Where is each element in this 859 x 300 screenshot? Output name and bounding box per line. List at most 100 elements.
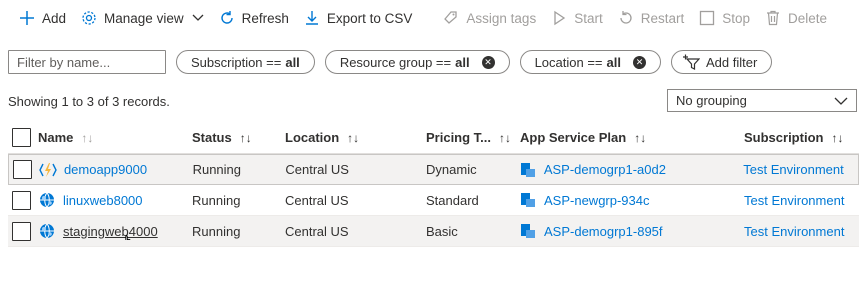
location-filter-label: Location == bbox=[534, 54, 603, 70]
column-header-pricing-tier[interactable]: Pricing T... ↑↓ bbox=[426, 130, 520, 145]
plan-cell: ASP-demogrp1-895f bbox=[520, 223, 744, 239]
refresh-button[interactable]: Refresh bbox=[214, 0, 299, 36]
resource-group-filter-value: all bbox=[455, 54, 470, 70]
delete-label: Delete bbox=[788, 10, 828, 26]
start-label: Start bbox=[574, 10, 603, 26]
column-header-subscription-label: Subscription bbox=[744, 130, 824, 145]
location-filter-pill[interactable]: Location == all ✕ bbox=[519, 50, 661, 74]
pricing-cell: Standard bbox=[426, 192, 479, 208]
restart-icon bbox=[617, 9, 635, 27]
subscription-filter-pill[interactable]: Subscription == all bbox=[176, 50, 315, 74]
app-service-plan-link[interactable]: ASP-newgrp-934c bbox=[544, 193, 650, 208]
location-filter-value: all bbox=[606, 54, 621, 70]
app-service-plan-icon bbox=[520, 162, 536, 178]
row-checkbox-cell bbox=[9, 160, 39, 179]
restart-label: Restart bbox=[640, 10, 685, 26]
table-row[interactable]: linuxweb8000 Running Central US Standard… bbox=[8, 185, 859, 216]
resource-name-link[interactable]: linuxweb8000 bbox=[63, 193, 143, 208]
manage-view-label: Manage view bbox=[104, 10, 184, 26]
header-checkbox-cell bbox=[8, 128, 38, 147]
sort-icon: ↑↓ bbox=[81, 130, 94, 145]
row-checkbox[interactable] bbox=[13, 160, 32, 179]
restart-button[interactable]: Restart bbox=[613, 0, 695, 36]
column-header-subscription[interactable]: Subscription ↑↓ bbox=[744, 130, 859, 145]
subscription-link[interactable]: Test Environment bbox=[743, 162, 858, 177]
status-cell: Running bbox=[192, 162, 242, 177]
resource-group-filter-label: Resource group == bbox=[339, 54, 452, 70]
remove-filter-icon[interactable]: ✕ bbox=[633, 55, 646, 69]
status-cell: Running bbox=[192, 192, 241, 208]
stop-button[interactable]: Stop bbox=[694, 0, 760, 36]
pricing-cell: Dynamic bbox=[426, 162, 477, 177]
records-count: Showing 1 to 3 of 3 records. bbox=[8, 94, 170, 109]
column-header-status[interactable]: Status ↑↓ bbox=[192, 130, 285, 145]
column-header-plan-label: App Service Plan bbox=[520, 130, 627, 145]
resource-name-link[interactable]: stagingweb4000 bbox=[63, 224, 158, 239]
plan-cell: ASP-newgrp-934c bbox=[520, 192, 744, 208]
table-row[interactable]: demoapp9000 Running Central US Dynamic A… bbox=[8, 154, 859, 185]
assign-tags-label: Assign tags bbox=[466, 10, 537, 26]
tag-icon bbox=[442, 9, 460, 27]
plan-cell: ASP-demogrp1-a0d2 bbox=[520, 162, 743, 178]
sort-icon: ↑↓ bbox=[239, 130, 252, 145]
download-icon bbox=[303, 9, 321, 27]
sort-icon: ↑↓ bbox=[499, 130, 512, 145]
pricing-cell: Basic bbox=[426, 223, 458, 239]
resource-group-filter-pill[interactable]: Resource group == all ✕ bbox=[324, 50, 510, 74]
row-checkbox[interactable] bbox=[12, 221, 31, 241]
location-cell: Central US bbox=[285, 162, 349, 177]
delete-button[interactable]: Delete bbox=[760, 0, 837, 36]
column-header-name[interactable]: Name ↑↓ bbox=[38, 130, 192, 145]
select-all-checkbox[interactable] bbox=[12, 128, 31, 147]
add-filter-label: Add filter bbox=[706, 54, 758, 70]
status-cell: Running bbox=[192, 223, 241, 239]
location-cell: Central US bbox=[285, 192, 349, 208]
name-cell: demoapp9000 bbox=[39, 161, 193, 179]
export-csv-button[interactable]: Export to CSV bbox=[299, 0, 423, 36]
manage-view-button[interactable]: Manage view bbox=[76, 0, 214, 36]
plus-icon bbox=[18, 9, 36, 27]
row-checkbox[interactable] bbox=[12, 190, 31, 210]
subscription-filter-value: all bbox=[285, 54, 300, 70]
subscription-link[interactable]: Test Environment bbox=[744, 193, 859, 208]
more-options-button[interactable]: ··· bbox=[853, 5, 859, 26]
chevron-down-icon bbox=[834, 97, 848, 105]
app-service-plan-icon bbox=[520, 192, 536, 208]
add-button[interactable]: Add bbox=[14, 0, 76, 36]
filter-bar: Subscription == all Resource group == al… bbox=[8, 50, 773, 74]
app-service-plan-link[interactable]: ASP-demogrp1-a0d2 bbox=[544, 162, 666, 177]
add-filter-icon bbox=[682, 54, 700, 70]
filter-by-name-input[interactable] bbox=[8, 50, 166, 74]
grouping-dropdown[interactable]: No grouping bbox=[667, 89, 857, 112]
command-bar: Add Manage view Refresh Export to CSV As… bbox=[0, 0, 859, 36]
column-header-app-service-plan[interactable]: App Service Plan ↑↓ bbox=[520, 130, 744, 145]
column-header-status-label: Status bbox=[192, 130, 232, 145]
refresh-label: Refresh bbox=[241, 10, 289, 26]
trash-icon bbox=[764, 9, 782, 27]
app-service-plan-link[interactable]: ASP-demogrp1-895f bbox=[544, 224, 663, 239]
stop-icon bbox=[698, 9, 716, 27]
subscription-link[interactable]: Test Environment bbox=[744, 224, 859, 239]
start-button[interactable]: Start bbox=[546, 0, 613, 36]
hand-cursor-icon bbox=[122, 234, 136, 240]
name-cell: linuxweb8000 bbox=[38, 191, 192, 209]
play-icon bbox=[550, 9, 568, 27]
sort-icon: ↑↓ bbox=[831, 130, 844, 145]
add-label: Add bbox=[42, 10, 67, 26]
name-cell: stagingweb4000 bbox=[38, 222, 192, 240]
sort-icon: ↑↓ bbox=[634, 130, 647, 145]
table-row[interactable]: stagingweb4000 Running Central US Basic … bbox=[8, 216, 859, 247]
row-checkbox-cell bbox=[8, 221, 38, 241]
column-header-pricing-label: Pricing T... bbox=[426, 130, 492, 145]
resource-table: Name ↑↓ Status ↑↓ Location ↑↓ Pricing T... ↑… bbox=[8, 122, 859, 247]
sort-icon: ↑↓ bbox=[347, 130, 360, 145]
subscription-filter-label: Subscription == bbox=[191, 54, 282, 70]
web-app-icon bbox=[38, 191, 56, 209]
gear-icon bbox=[80, 9, 98, 27]
grouping-selected: No grouping bbox=[676, 93, 747, 108]
resource-name-link[interactable]: demoapp9000 bbox=[64, 162, 147, 177]
remove-filter-icon[interactable]: ✕ bbox=[481, 55, 495, 69]
add-filter-button[interactable]: Add filter bbox=[671, 50, 773, 74]
assign-tags-button[interactable]: Assign tags bbox=[438, 0, 546, 36]
column-header-location[interactable]: Location ↑↓ bbox=[285, 130, 426, 145]
